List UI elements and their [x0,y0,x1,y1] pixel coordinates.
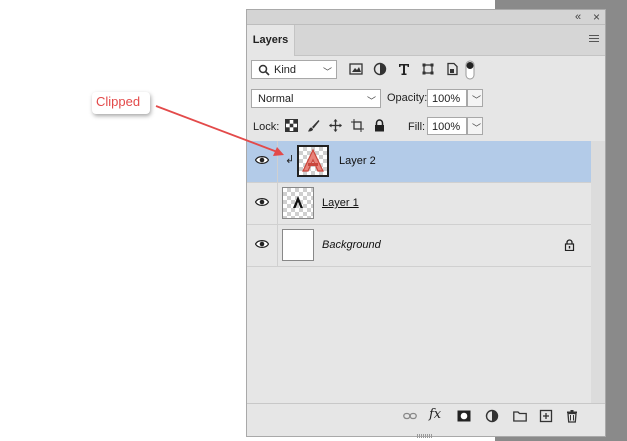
clipping-arrow-icon: ↲ [285,154,295,166]
layer-name[interactable]: Layer 1 [322,197,359,209]
layer-row-layer-2[interactable]: ↲ Layer 2 [247,141,591,183]
adjustment-layer-icon[interactable] [485,409,499,423]
eye-icon [255,240,269,248]
link-layers-icon[interactable] [403,409,417,423]
fill-label: Fill: [408,121,426,133]
tab-row: Layers [247,25,605,56]
chevron-down-icon: ﹀ [366,96,376,106]
lock-label: Lock: [253,121,280,133]
chevron-down-icon: ﹀ [322,67,332,77]
fill-dropdown-button[interactable]: ﹀ [467,117,483,135]
layers-panel: « × Layers Kind ﹀ Normal ﹀ Opacity: 100%… [246,9,606,438]
layer-row-layer-1[interactable]: Layer 1 [247,183,591,225]
layer-row-background[interactable]: Background [247,225,591,267]
visibility-toggle[interactable] [247,225,278,266]
resize-grip[interactable] [417,429,435,438]
tab-layers[interactable]: Layers [247,25,295,56]
new-layer-icon[interactable] [539,409,553,423]
callout-text: Clipped [96,94,141,109]
lock-icon [564,239,575,251]
opacity-dropdown-button[interactable]: ﹀ [467,89,483,107]
eye-icon [255,198,269,206]
letter-a-thumbnail-image [302,148,324,172]
eye-icon [255,156,269,164]
lock-image-icon[interactable] [307,119,320,132]
opacity-label: Opacity: [387,92,428,104]
smart-object-filter-icon[interactable] [445,62,459,76]
kind-label: Kind [274,64,297,76]
close-icon[interactable]: × [593,10,600,24]
opacity-input[interactable]: 100% [427,89,467,107]
layer-name[interactable]: Layer 2 [339,155,376,167]
panel-menu-icon[interactable] [589,35,599,43]
shape-filter-icon[interactable] [421,62,435,76]
adjustment-filter-icon[interactable] [373,62,387,76]
lock-artboard-icon[interactable] [351,119,364,132]
letter-a-thumbnail-image [293,196,303,208]
blend-mode-value: Normal [258,93,294,105]
collapse-icon[interactable]: « [575,10,581,24]
visibility-toggle[interactable] [247,183,278,224]
blend-mode-select[interactable]: Normal ﹀ [251,89,381,108]
pixel-filter-icon[interactable] [349,62,363,76]
lock-all-icon[interactable] [373,119,386,132]
visibility-toggle[interactable] [247,141,278,182]
filter-toggle-icon[interactable] [465,60,475,80]
fill-input[interactable]: 100% [427,117,467,135]
layers-scrollbar[interactable] [591,141,605,403]
delete-icon[interactable] [565,409,579,423]
panel-titlebar: « × [247,10,605,25]
search-icon [258,64,270,76]
layer-thumbnail[interactable] [282,229,314,261]
layer-name[interactable]: Background [322,239,381,251]
layer-thumbnail[interactable] [297,145,329,177]
kind-filter-select[interactable]: Kind ﹀ [251,60,337,79]
group-folder-icon[interactable] [513,409,527,423]
type-filter-icon[interactable] [397,62,411,76]
layer-thumbnail[interactable] [282,187,314,219]
lock-transparent-icon[interactable] [285,119,298,132]
clipped-callout: Clipped [92,92,150,114]
lock-position-icon[interactable] [329,119,342,132]
fx-icon[interactable]: fx [429,407,443,422]
mask-icon[interactable] [457,409,471,423]
layers-bottom-toolbar: fx [247,403,605,428]
